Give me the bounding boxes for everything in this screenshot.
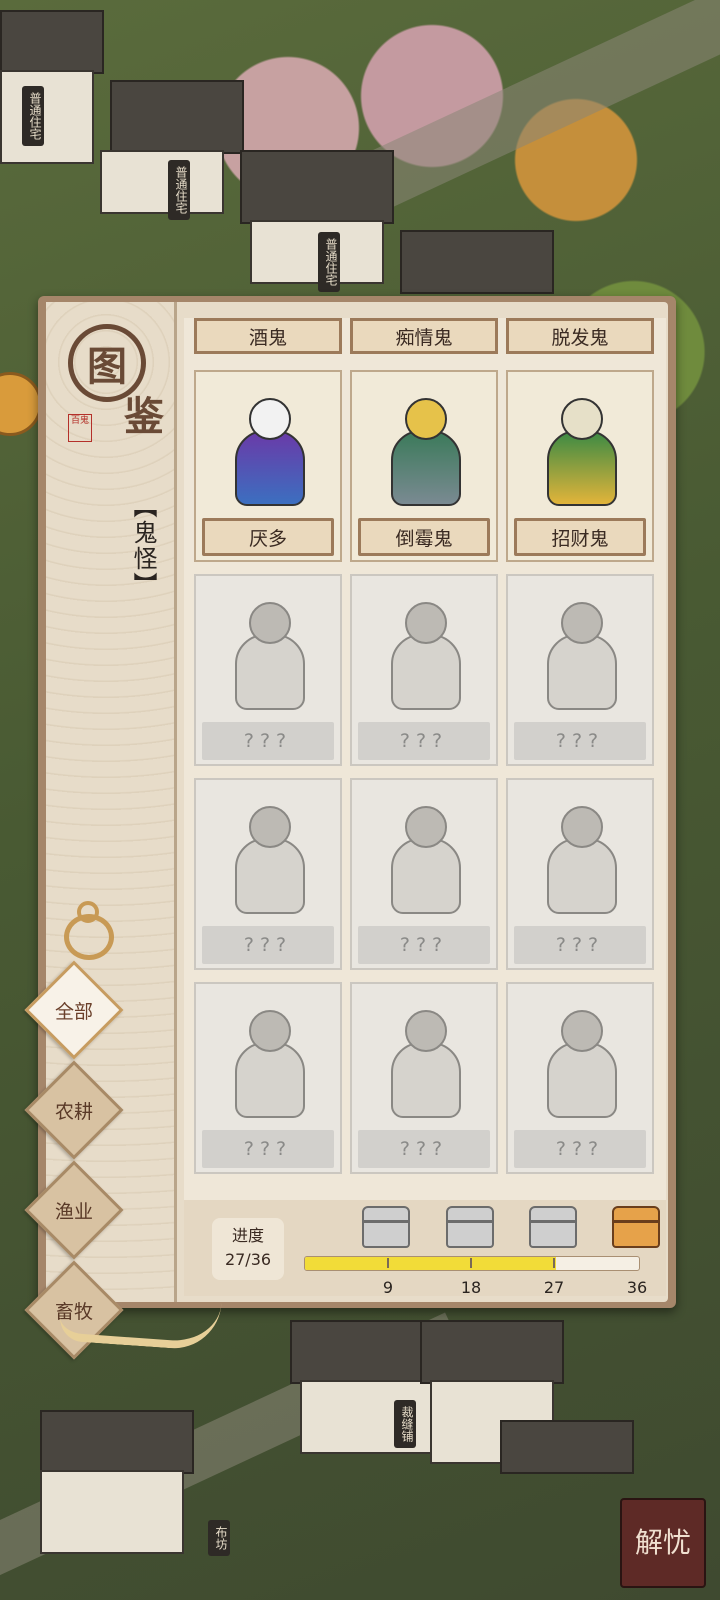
locked-ghost-silhouette [516, 584, 644, 724]
ghost-card[interactable]: ??? [194, 574, 342, 766]
locked-ghost-silhouette [516, 788, 644, 928]
milestone-label: 9 [382, 1278, 394, 1297]
collection-panel: 图 鉴 百鬼 【鬼怪】 全部 农耕 渔业 畜牧 酒鬼 痴情鬼 脱发鬼 厌多 倒霉鬼… [24, 296, 676, 1360]
locked-ghost-silhouette [360, 584, 488, 724]
tab-label: 农耕 [54, 1100, 93, 1123]
ghost-card-name: ??? [514, 722, 646, 760]
ghost-portrait [360, 380, 488, 520]
ghost-card[interactable]: ??? [506, 778, 654, 970]
ghost-card[interactable]: ??? [506, 574, 654, 766]
progress-section: 进度 27/36 9 18 27 36 [184, 1200, 666, 1297]
category-label: 【鬼怪】 [129, 494, 157, 598]
milestone-label: 18 [460, 1278, 482, 1297]
reward-chest-icon[interactable] [529, 1206, 577, 1248]
progress-bar [304, 1256, 640, 1271]
ghost-card-name: 招财鬼 [514, 518, 646, 556]
tab-label: 渔业 [54, 1200, 93, 1223]
building-sign: 普通住宅 [168, 160, 190, 220]
jieyou-label: 解忧 [634, 1526, 691, 1559]
milestone-label: 27 [543, 1278, 565, 1297]
collection-logo-second: 鉴 [124, 393, 164, 440]
ghost-card[interactable]: ??? [194, 778, 342, 970]
ghost-card[interactable]: ??? [506, 982, 654, 1174]
progress-value: 27/36 [224, 1250, 272, 1269]
building-sign: 普通住宅 [318, 232, 340, 292]
ghost-card-name: ??? [202, 926, 334, 964]
tab-farming[interactable]: 农耕 [24, 1060, 124, 1160]
ghost-card[interactable]: 倒霉鬼 [350, 370, 498, 562]
progress-badge: 进度 27/36 [212, 1218, 284, 1280]
ghost-card-name: ??? [514, 1130, 646, 1168]
tab-label: 全部 [54, 1000, 93, 1023]
progress-label: 进度 [231, 1226, 264, 1245]
ghost-card[interactable]: ??? [350, 574, 498, 766]
ghost-card-name: ??? [358, 926, 490, 964]
tab-fishing[interactable]: 渔业 [24, 1160, 124, 1260]
locked-ghost-silhouette [516, 992, 644, 1132]
tab-all[interactable]: 全部 [24, 960, 124, 1060]
ghost-card-name: ??? [202, 722, 334, 760]
ghost-card-name: ??? [202, 1130, 334, 1168]
locked-ghost-silhouette [204, 584, 332, 724]
card-name-partial[interactable]: 痴情鬼 [350, 318, 498, 354]
building-sign: 普通住宅 [22, 86, 44, 146]
locked-ghost-silhouette [204, 788, 332, 928]
ghost-card[interactable]: ??? [194, 982, 342, 1174]
ghost-card-name: ??? [358, 722, 490, 760]
reward-chest-icon[interactable] [362, 1206, 410, 1248]
ghost-card[interactable]: 招财鬼 [506, 370, 654, 562]
reward-chest-icon[interactable] [446, 1206, 494, 1248]
reward-chest-gold-icon[interactable] [612, 1206, 660, 1248]
ghost-portrait [516, 380, 644, 520]
milestone-label: 36 [626, 1278, 648, 1297]
locked-ghost-silhouette [204, 992, 332, 1132]
card-name-partial[interactable]: 酒鬼 [194, 318, 342, 354]
card-grid[interactable]: 酒鬼 痴情鬼 脱发鬼 厌多 倒霉鬼 招财鬼?????????????????????… [184, 318, 666, 1202]
progress-bar-fill [305, 1257, 556, 1270]
ghost-portrait [204, 380, 332, 520]
ghost-card-name: ??? [358, 1130, 490, 1168]
ghost-card[interactable]: 厌多 [194, 370, 342, 562]
ghost-card-name: ??? [514, 926, 646, 964]
jieyou-button[interactable]: 解忧 [620, 1498, 706, 1588]
knot-ornament-icon [64, 901, 114, 960]
building-sign: 裁缝铺 [394, 1400, 416, 1448]
seal-stamp: 百鬼 [68, 414, 92, 442]
ghost-card[interactable]: ??? [350, 982, 498, 1174]
card-name-partial[interactable]: 脱发鬼 [506, 318, 654, 354]
locked-ghost-silhouette [360, 992, 488, 1132]
ghost-card-name: 倒霉鬼 [358, 518, 490, 556]
ghost-card-name: 厌多 [202, 518, 334, 556]
locked-ghost-silhouette [360, 788, 488, 928]
collection-sidebar: 图 鉴 百鬼 【鬼怪】 全部 农耕 渔业 畜牧 [24, 302, 177, 1360]
building-sign: 布坊 [208, 1520, 230, 1556]
ghost-card[interactable]: ??? [350, 778, 498, 970]
